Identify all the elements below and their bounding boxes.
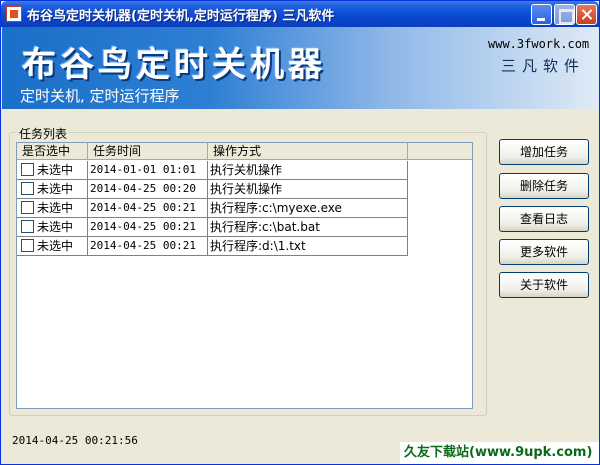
time-cell: 2014-04-25 00:21 [88,199,208,218]
column-header-action[interactable]: 操作方式 [208,143,408,160]
banner-brand: 三凡软件 [501,57,586,75]
row-checkbox[interactable] [21,201,34,214]
banner-subtitle: 定时关机, 定时运行程序 [20,87,180,105]
table-row[interactable]: 未选中 2014-04-25 00:21 执行程序:c:\myexe.exe [17,199,408,218]
action-cell: 执行程序:d:\1.txt [208,237,408,256]
window-title: 布谷鸟定时关机器(定时关机,定时运行程序) 三凡软件 [27,9,335,24]
task-list[interactable]: 是否选中 任务时间 操作方式 未选中 2014-01-01 01:01 执行关机… [16,142,473,409]
task-list-header: 是否选中 任务时间 操作方式 [17,143,472,160]
column-header-time[interactable]: 任务时间 [88,143,208,160]
selected-label: 未选中 [37,163,74,177]
status-time: 2014-04-25 00:21:56 [12,434,138,447]
delete-task-button[interactable]: 删除任务 [499,173,589,199]
table-row[interactable]: 未选中 2014-04-25 00:21 执行程序:c:\bat.bat [17,218,408,237]
action-cell: 执行程序:c:\bat.bat [208,218,408,237]
table-row[interactable]: 未选中 2014-01-01 01:01 执行关机操作 [17,161,408,180]
maximize-button [554,4,575,25]
time-cell: 2014-01-01 01:01 [88,161,208,180]
selected-cell[interactable]: 未选中 [17,218,88,237]
selected-cell[interactable]: 未选中 [17,161,88,180]
row-checkbox[interactable] [21,182,34,195]
watermark: 久友下载站(www.9upk.com) [400,442,599,464]
selected-cell[interactable]: 未选中 [17,199,88,218]
row-checkbox[interactable] [21,239,34,252]
app-icon[interactable] [6,6,22,22]
column-header-filler [408,143,472,160]
view-log-button[interactable]: 查看日志 [499,206,589,232]
selected-label: 未选中 [37,182,74,196]
minimize-button[interactable] [531,4,552,25]
action-cell: 执行关机操作 [208,161,408,180]
banner-url: www.3fwork.com [488,37,590,51]
banner: 布谷鸟定时关机器 定时关机, 定时运行程序 www.3fwork.com 三凡软… [2,27,599,109]
about-software-button[interactable]: 关于软件 [499,272,589,298]
selected-label: 未选中 [37,220,74,234]
selected-cell[interactable]: 未选中 [17,180,88,199]
action-cell: 执行关机操作 [208,180,408,199]
task-group-label: 任务列表 [17,125,70,142]
selected-cell[interactable]: 未选中 [17,237,88,256]
add-task-button[interactable]: 增加任务 [499,139,589,165]
selected-label: 未选中 [37,239,74,253]
time-cell: 2014-04-25 00:21 [88,218,208,237]
selected-label: 未选中 [37,201,74,215]
more-software-button[interactable]: 更多软件 [499,239,589,265]
table-row[interactable]: 未选中 2014-04-25 00:21 执行程序:d:\1.txt [17,237,408,256]
column-header-selected[interactable]: 是否选中 [17,143,88,160]
time-cell: 2014-04-25 00:20 [88,180,208,199]
time-cell: 2014-04-25 00:21 [88,237,208,256]
close-button[interactable] [576,4,597,25]
table-row[interactable]: 未选中 2014-04-25 00:20 执行关机操作 [17,180,408,199]
banner-title: 布谷鸟定时关机器 [22,45,326,85]
row-checkbox[interactable] [21,163,34,176]
app-window: 布谷鸟定时关机器(定时关机,定时运行程序) 三凡软件 布谷鸟定时关机器 定时关机… [0,0,600,465]
row-checkbox[interactable] [21,220,34,233]
action-cell: 执行程序:c:\myexe.exe [208,199,408,218]
title-bar[interactable]: 布谷鸟定时关机器(定时关机,定时运行程序) 三凡软件 [1,1,599,27]
